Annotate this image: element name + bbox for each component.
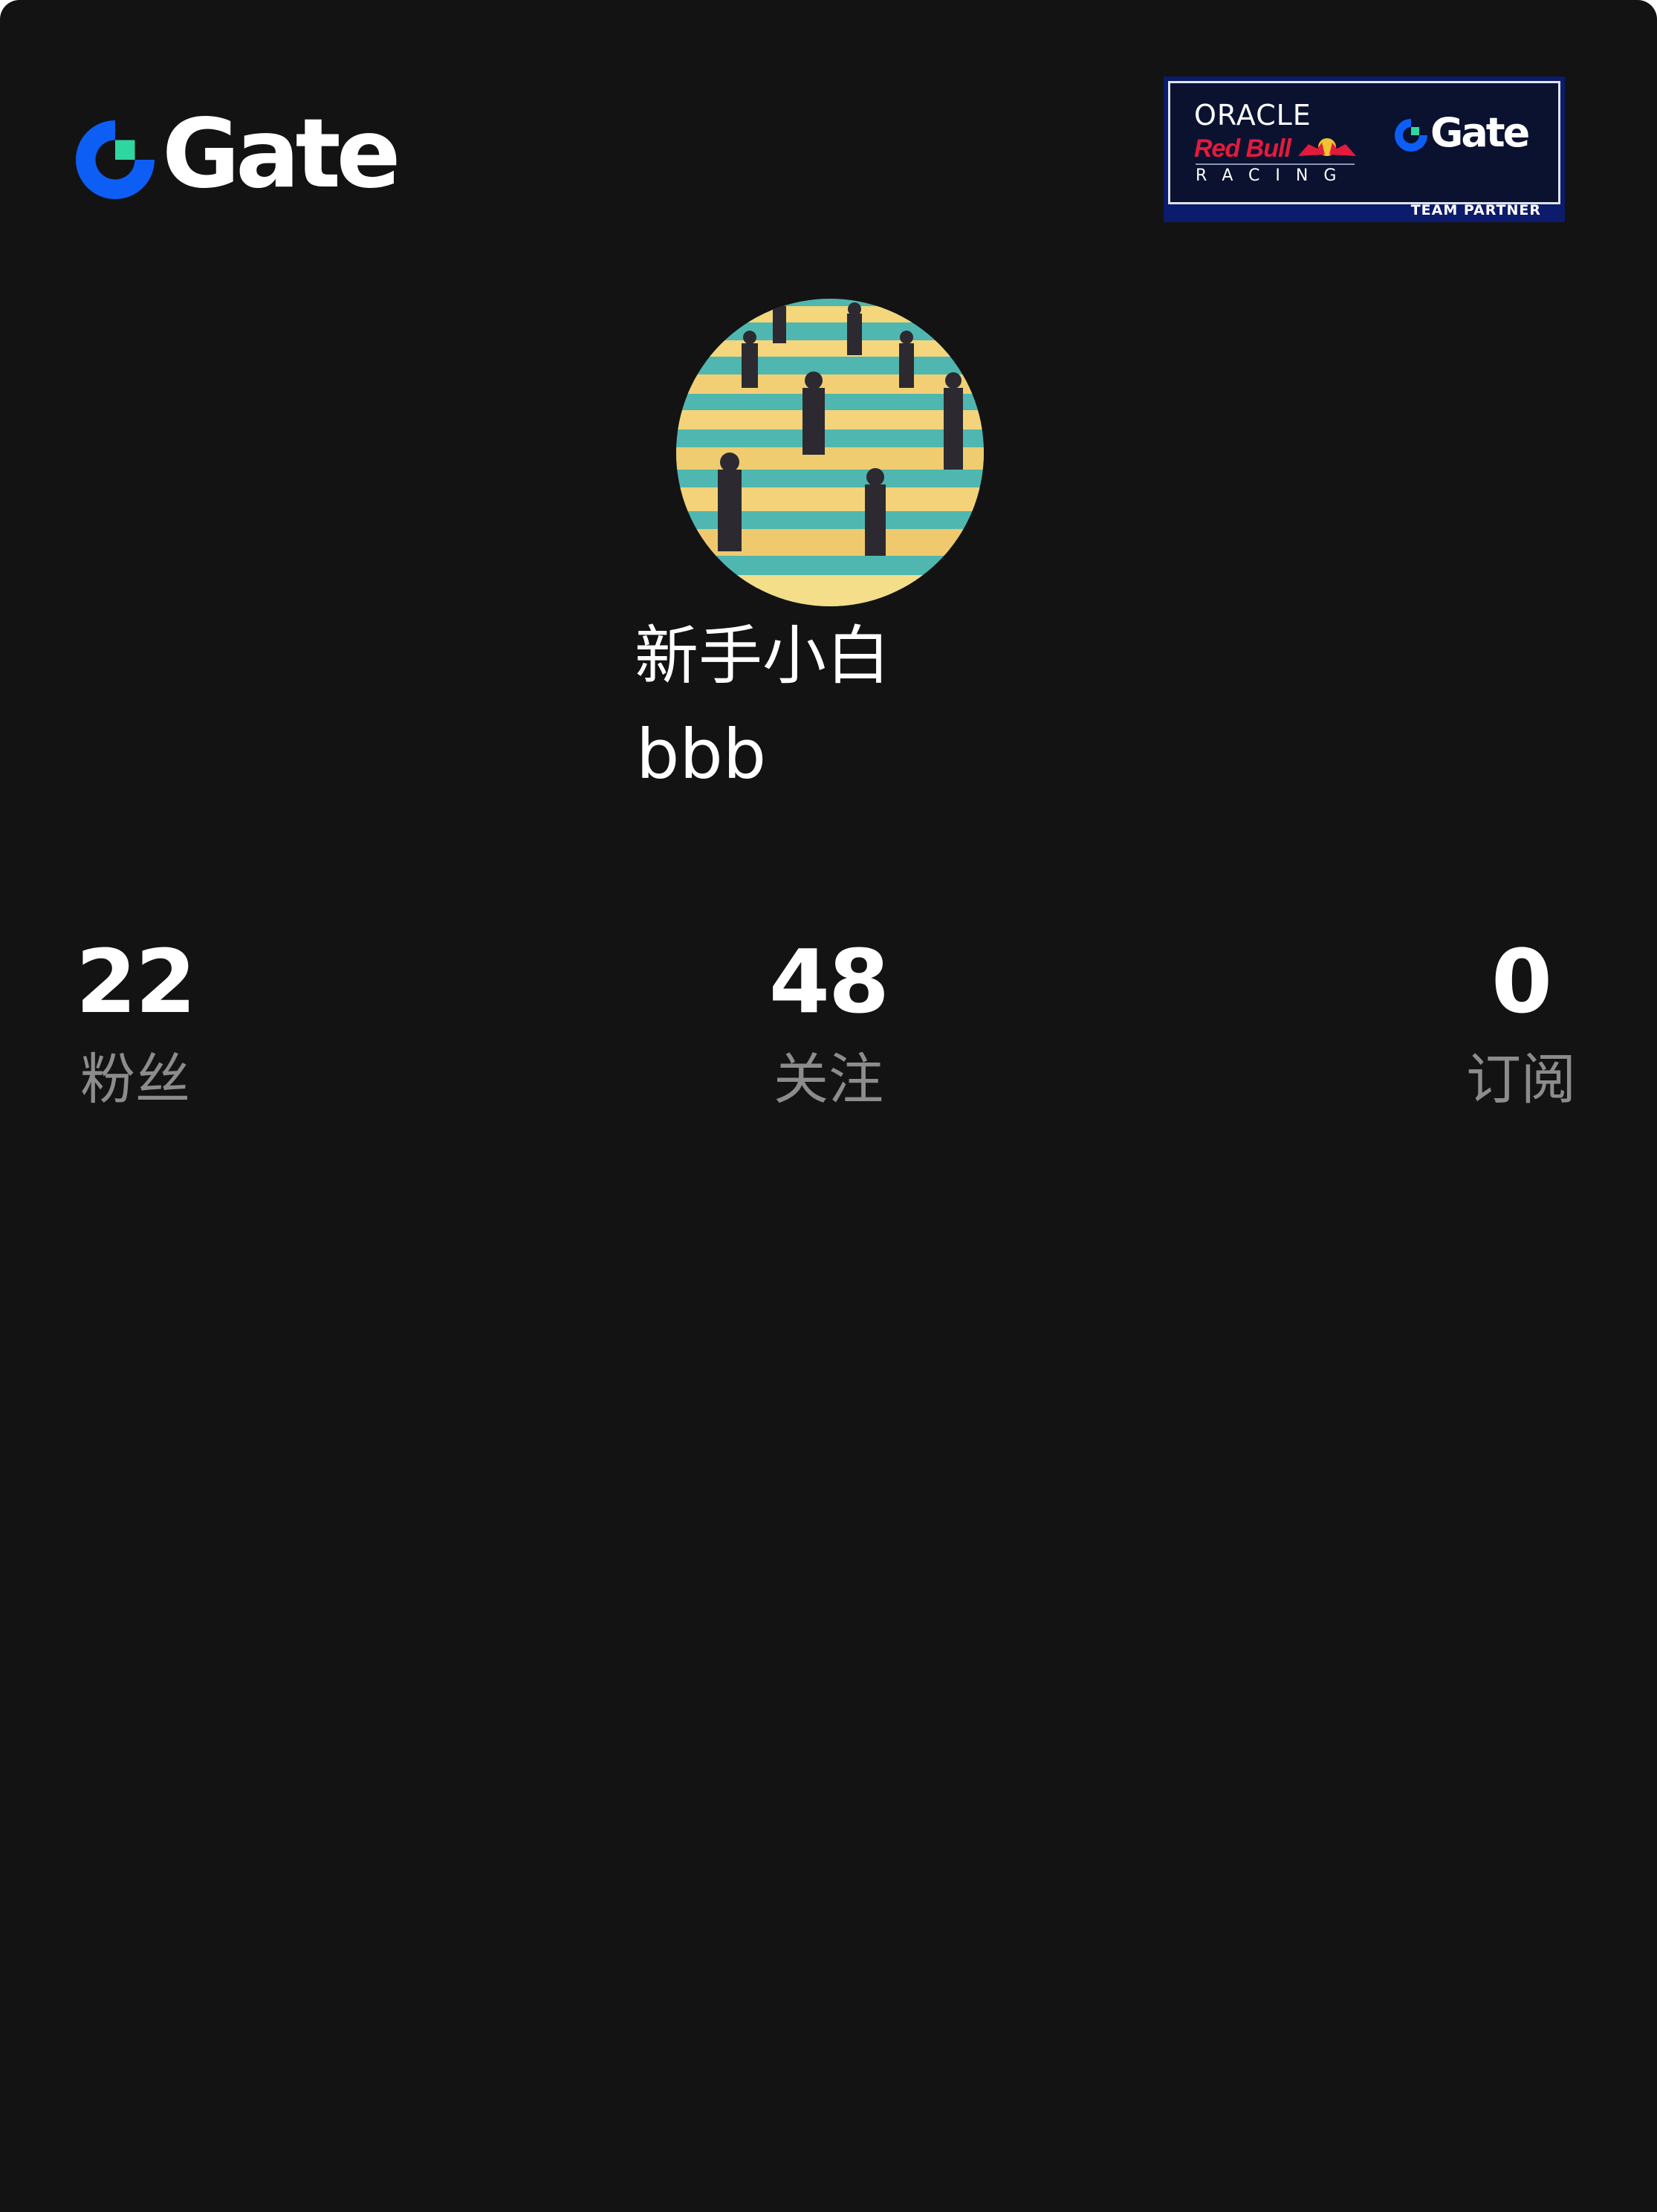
- redbull-bulls-icon: [1297, 138, 1356, 156]
- subscriptions-stat[interactable]: 0 订阅: [1466, 938, 1576, 1107]
- gate-logo-text: Gate: [162, 99, 401, 210]
- followers-stat[interactable]: 22 粉丝: [75, 930, 196, 1112]
- avatar[interactable]: [676, 299, 984, 606]
- redbull-wordmark: Red Bull: [1194, 134, 1359, 163]
- followers-label: 粉丝: [80, 1048, 190, 1112]
- profile-share-card: Gate ORACLE Red Bull RACING Gate TEAM PA…: [0, 0, 1657, 2212]
- oracle-wordmark: ORACLE: [1194, 99, 1311, 132]
- subscriptions-count: 0: [1491, 930, 1552, 1033]
- following-count: 48: [768, 930, 889, 1033]
- partner-gate-logo-text: Gate: [1430, 109, 1530, 156]
- gate-logo-icon: [76, 120, 155, 199]
- racing-wordmark: RACING: [1196, 166, 1352, 185]
- username: bbb: [636, 715, 767, 794]
- following-stat[interactable]: 48 关注: [768, 930, 889, 1112]
- team-partner-badge-panel: ORACLE Red Bull RACING Gate: [1168, 81, 1560, 204]
- followers-count: 22: [75, 930, 196, 1033]
- team-partner-badge: ORACLE Red Bull RACING Gate TEAM PARTNER: [1164, 77, 1565, 222]
- avatar-image: [676, 299, 984, 606]
- redbull-text: Red Bull: [1194, 134, 1291, 163]
- partner-gate-logo-icon: [1395, 119, 1427, 152]
- gate-logo: Gate: [76, 107, 401, 202]
- team-partner-caption: TEAM PARTNER: [1410, 202, 1541, 218]
- subscriptions-label: 订阅: [1466, 1048, 1576, 1112]
- partner-divider: [1196, 163, 1355, 165]
- partner-gate-logo: Gate: [1395, 113, 1530, 153]
- display-name: 新手小白: [635, 619, 890, 693]
- following-label: 关注: [774, 1048, 883, 1112]
